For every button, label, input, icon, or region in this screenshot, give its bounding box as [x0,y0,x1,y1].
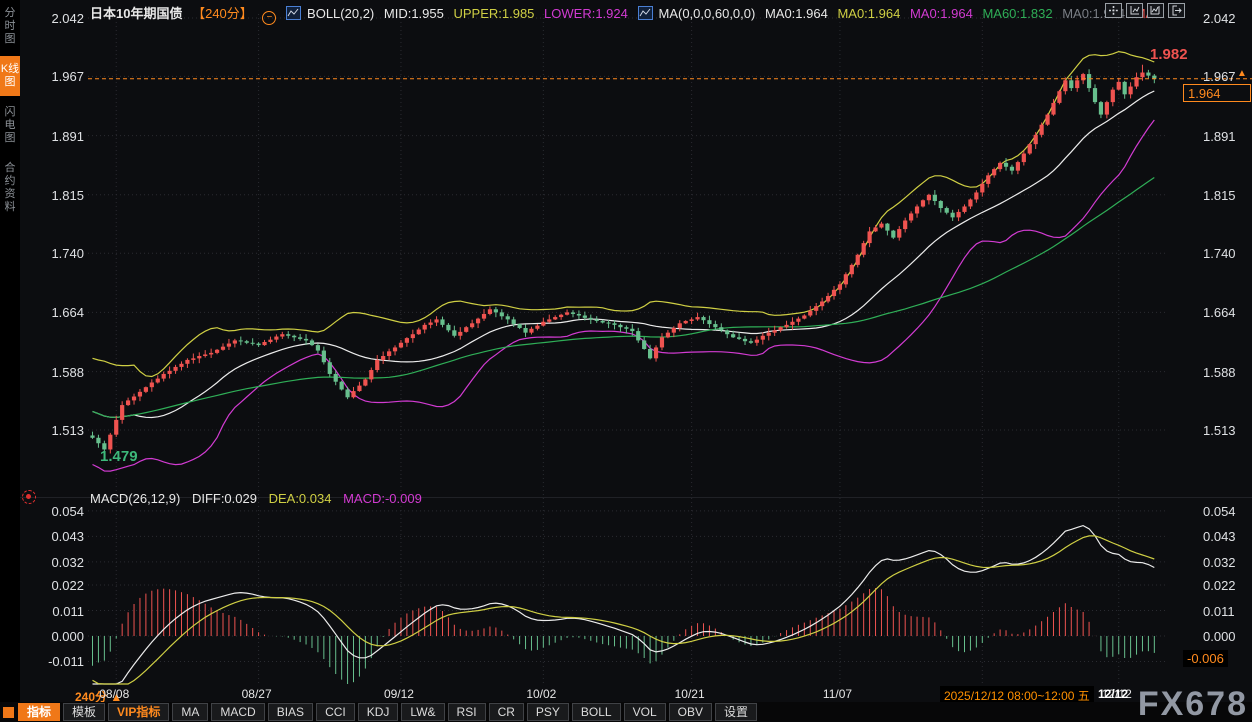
macd-hist-value: MACD:-0.009 [343,491,422,506]
toolbar-button-CCI[interactable]: CCI [316,703,355,721]
chart-type-sidebar: 分时图 K线图闪电图合约资料 [0,0,20,722]
trading-app-window: 分时图 K线图闪电图合约资料 日本10年期国债 【240分】 − BOLL(20,… [0,0,1252,722]
axis-left-chart-icon[interactable] [1126,3,1143,18]
sidebar-item-0[interactable]: 分时图 [0,0,20,53]
toolbar-button-LW&[interactable]: LW& [401,703,444,721]
ma0-value-yellow: MA0:1.964 [837,6,900,21]
ma-params: MA(0,0,0,60,0,0) [659,6,756,21]
date-tick-label: 08/27 [242,687,272,701]
date-tick-label: 10/02 [526,687,556,701]
last-date-label: 12/12 [1098,687,1128,701]
macd-dea-value: DEA:0.034 [269,491,332,506]
date-tick-label: 11/07 [823,687,852,701]
macd-tick-left: 0.011 [28,604,84,619]
macd-tick-left: 0.022 [28,578,84,593]
price-tick-left: 1.740 [28,246,84,261]
price-tick-left: 1.664 [28,305,84,320]
macd-tick-right: 0.032 [1203,555,1236,570]
chart-plot-area[interactable] [0,0,1252,703]
price-up-arrow-icon: ▲ [1237,68,1247,79]
macd-tick-left: 0.000 [28,629,84,644]
macd-tick-left: 0.043 [28,529,84,544]
sidebar-item-2[interactable]: 闪电图 [0,99,20,152]
price-tick-right: 1.513 [1203,423,1236,438]
period-low-label: 1.479 [100,448,138,465]
macd-tick-right: 0.011 [1203,604,1235,619]
period-high-label: 1.982 [1150,46,1188,63]
ma60-value: MA60:1.832 [982,6,1052,21]
price-tick-left: 2.042 [28,11,84,26]
macd-diff-value: DIFF:0.029 [192,491,257,506]
macd-last-badge: -0.006 [1183,650,1228,667]
macd-tick-right: 0.022 [1203,578,1236,593]
toolbar-button-OBV[interactable]: OBV [669,703,712,721]
date-tick-label: 08/08 [99,687,129,701]
toolbar-button-MA[interactable]: MA [172,703,208,721]
toolbar-button-PSY[interactable]: PSY [527,703,569,721]
price-tick-right: 1.740 [1203,246,1236,261]
toolbar-button-模板[interactable]: 模板 [63,703,105,721]
instrument-title: 日本10年期国债 [90,6,182,21]
price-tick-right: 2.042 [1203,11,1236,26]
boll-indicator-icon[interactable] [286,6,301,20]
period-adjust-icon[interactable]: − [262,11,276,25]
price-tick-left: 1.815 [28,188,84,203]
date-tick-label: 09/12 [384,687,414,701]
toolbar-button-CR[interactable]: CR [489,703,524,721]
toolbar-button-KDJ[interactable]: KDJ [358,703,399,721]
axis-right-chart-icon[interactable] [1147,3,1164,18]
toolbar-button-MACD[interactable]: MACD [211,703,264,721]
ma0-value-magenta: MA0:1.964 [910,6,973,21]
price-tick-right: 1.967 [1203,69,1236,84]
price-tick-right: 1.815 [1203,188,1236,203]
price-tick-right: 1.588 [1203,365,1236,380]
macd-label: MACD(26,12,9) [90,491,180,506]
sidebar-item-1[interactable]: K线图 [0,56,20,96]
macd-tick-left: -0.011 [28,654,84,669]
ma0-value-white: MA0:1.964 [765,6,828,21]
toolbar-button-设置[interactable]: 设置 [715,703,757,721]
pane-divider-handle[interactable] [22,490,36,504]
boll-label: BOLL(20,2) [307,6,374,21]
toolbar-menu-icon[interactable] [3,707,14,718]
toolbar-button-VOL[interactable]: VOL [624,703,666,721]
toolbar-button-VIP指标[interactable]: VIP指标 [108,703,169,721]
boll-upper-value: UPPER:1.985 [453,6,534,21]
toolbar-button-BIAS[interactable]: BIAS [268,703,313,721]
macd-header: MACD(26,12,9) DIFF:0.029 DEA:0.034 MACD:… [90,491,430,506]
sidebar-item-3[interactable]: 合约资料 [0,155,20,221]
price-tick-left: 1.513 [28,423,84,438]
price-tick-right: 1.891 [1203,129,1236,144]
price-tick-left: 1.588 [28,365,84,380]
exit-panel-icon[interactable] [1168,3,1185,18]
toolbar-button-BOLL[interactable]: BOLL [572,703,621,721]
macd-tick-right: 0.043 [1203,529,1236,544]
price-tick-left: 1.891 [28,129,84,144]
macd-tick-left: 0.054 [28,504,84,519]
price-tick-left: 1.967 [28,69,84,84]
date-tick-label: 10/21 [675,687,705,701]
chart-toolbar-icons [1105,3,1185,18]
boll-lower-value: LOWER:1.924 [544,6,628,21]
crosshair-icon[interactable] [1105,3,1122,18]
price-tick-right: 1.664 [1203,305,1236,320]
toolbar-button-指标[interactable]: 指标 [18,703,60,721]
macd-tick-right: 0.000 [1203,629,1236,644]
toolbar-button-RSI[interactable]: RSI [448,703,486,721]
boll-mid-value: MID:1.955 [384,6,444,21]
last-price-badge: 1.964 [1183,84,1251,102]
indicator-toolbar: 指标模板VIP指标MAMACDBIASCCIKDJLW&RSICRPSYBOLL… [0,702,1252,722]
macd-tick-left: 0.032 [28,555,84,570]
ma-indicator-icon[interactable] [638,6,653,20]
macd-tick-right: 0.054 [1203,504,1236,519]
chart-header: 日本10年期国债 【240分】 − BOLL(20,2) MID:1.955 U… [90,3,1160,25]
period-label[interactable]: 【240分】 [192,6,253,21]
